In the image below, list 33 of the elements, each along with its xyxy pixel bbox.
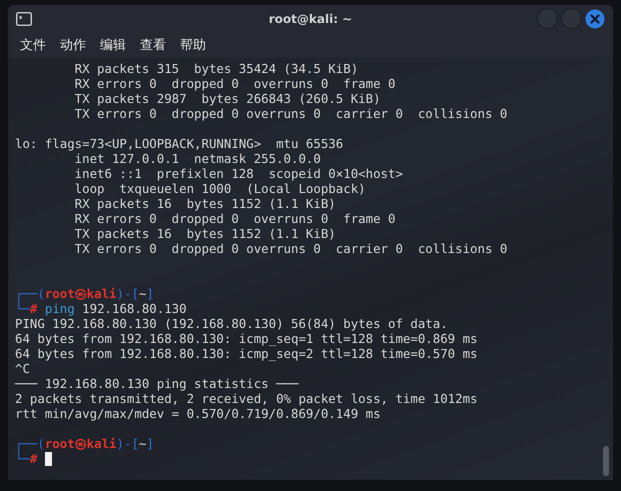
menu-item[interactable]: 动作 — [60, 36, 86, 54]
prompt-line: ┌──(root㉿kali)-[~] — [15, 436, 155, 451]
menu-item[interactable]: 帮助 — [180, 36, 206, 54]
terminal-line: lo: flags=73<UP,LOOPBACK,RUNNING> mtu 65536 — [15, 136, 344, 151]
terminal-line: RX errors 0 dropped 0 overruns 0 frame 0 — [74, 76, 396, 91]
terminal-line: PING 192.168.80.130 (192.168.80.130) 56(84) bytes of data. — [15, 316, 449, 331]
window-title: root@kali: ~ — [268, 12, 352, 26]
terminal-line: rtt min/avg/max/mdev = 0.570/0.719/0.869/0.149 ms — [15, 406, 382, 421]
terminal-line: TX errors 0 dropped 0 overruns 0 carrier 0 collisions 0 — [74, 241, 508, 256]
terminal-line: ^C — [15, 361, 31, 376]
scrollbar-thumb[interactable] — [603, 446, 609, 476]
terminal-line: 2 packets transmitted, 2 received, 0% packet loss, time 1012ms — [15, 391, 479, 406]
terminal-line: RX errors 0 dropped 0 overruns 0 frame 0 — [74, 211, 396, 226]
command-line: └─# ping 192.168.80.130 — [15, 301, 188, 316]
terminal-line: RX packets 315 bytes 35424 (34.5 KiB) — [74, 61, 360, 76]
minimize-button[interactable] — [537, 8, 558, 29]
terminal-line: ─── 192.168.80.130 ping statistics ─── — [15, 376, 300, 391]
menu-item[interactable]: 文件 — [20, 36, 46, 54]
terminal-line: RX packets 16 bytes 1152 (1.1 KiB) — [74, 196, 337, 211]
prompt-sign: └─# — [15, 451, 38, 466]
terminal-line: inet 127.0.0.1 netmask 255.0.0.0 — [74, 151, 322, 166]
close-button[interactable] — [585, 8, 605, 28]
terminal-line: TX errors 0 dropped 0 overruns 0 carrier 0 collisions 0 — [74, 106, 508, 121]
terminal-line: TX packets 2987 bytes 266843 (260.5 KiB) — [74, 91, 382, 106]
menu-item[interactable]: 查看 — [140, 36, 166, 54]
terminal-line: 64 bytes from 192.168.80.130: icmp_seq=2 ttl=128 time=0.570 ms — [15, 346, 479, 361]
prompt-line: ┌──(root㉿kali)-[~] — [15, 286, 155, 301]
terminal-icon — [16, 12, 32, 26]
menu-item[interactable]: 编辑 — [100, 36, 126, 54]
terminal-line: loop txqueuelen 1000 (Local Loopback) — [74, 181, 367, 196]
terminal-line: inet6 ::1 prefixlen 128 scopeid 0×10<host> — [74, 166, 404, 181]
terminal-line: TX packets 16 bytes 1152 (1.1 KiB) — [74, 226, 337, 241]
terminal-line: 64 bytes from 192.168.80.130: icmp_seq=1 ttl=128 time=0.869 ms — [15, 331, 479, 346]
